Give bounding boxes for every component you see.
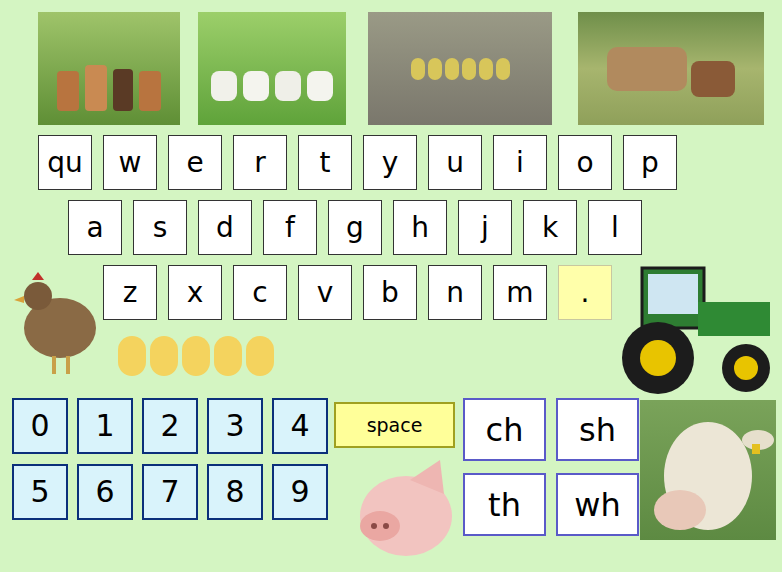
letter-key[interactable]: a	[68, 200, 122, 255]
number-key[interactable]: 0	[12, 398, 68, 454]
key-label: s	[153, 214, 168, 242]
letter-key[interactable]: e	[168, 135, 222, 190]
key-label: d	[216, 214, 234, 242]
key-label: g	[346, 214, 364, 242]
digraph-key[interactable]: sh	[556, 398, 639, 461]
letter-key[interactable]: o	[558, 135, 612, 190]
letter-key[interactable]: p	[623, 135, 677, 190]
letter-key[interactable]: qu	[38, 135, 92, 190]
key-label: o	[576, 149, 593, 177]
letter-key[interactable]: c	[233, 265, 287, 320]
key-label: v	[317, 279, 334, 307]
key-label: b	[381, 279, 399, 307]
hen-picture	[10, 266, 100, 380]
number-key[interactable]: 9	[272, 464, 328, 520]
letter-key[interactable]: w	[103, 135, 157, 190]
key-label: y	[382, 149, 399, 177]
letter-key[interactable]: s	[133, 200, 187, 255]
digraph-pad: chshthwh	[463, 398, 639, 536]
letter-key[interactable]: x	[168, 265, 222, 320]
number-key[interactable]: 4	[272, 398, 328, 454]
letter-key[interactable]: z	[103, 265, 157, 320]
letter-key[interactable]: g	[328, 200, 382, 255]
number-key[interactable]: 2	[142, 398, 198, 454]
key-label: x	[187, 279, 204, 307]
letter-key[interactable]: j	[458, 200, 512, 255]
letter-key[interactable]: v	[298, 265, 352, 320]
lambs-photo	[198, 12, 346, 125]
key-label: m	[506, 279, 533, 307]
number-key[interactable]: 3	[207, 398, 263, 454]
key-label: .	[581, 279, 590, 307]
key-label: qu	[47, 149, 83, 177]
key-label: f	[285, 214, 295, 242]
digraph-key[interactable]: th	[463, 473, 546, 536]
number-key[interactable]: 7	[142, 464, 198, 520]
key-label: h	[411, 214, 429, 242]
letter-key[interactable]: u	[428, 135, 482, 190]
key-label: n	[446, 279, 464, 307]
key-label: u	[446, 149, 464, 177]
chicks-picture	[118, 336, 274, 376]
pig-picture	[350, 456, 456, 560]
letter-key[interactable]: l	[588, 200, 642, 255]
tractor-picture	[612, 262, 776, 396]
key-label: c	[252, 279, 267, 307]
space-key[interactable]: space	[334, 402, 455, 448]
number-pad: 01234 56789	[12, 398, 328, 520]
number-key[interactable]: 8	[207, 464, 263, 520]
calves-photo	[38, 12, 180, 125]
letter-key[interactable]: r	[233, 135, 287, 190]
number-key[interactable]: 6	[77, 464, 133, 520]
key-label: l	[611, 214, 619, 242]
letter-key[interactable]: b	[363, 265, 417, 320]
key-label: e	[186, 149, 203, 177]
ducklings-photo	[368, 12, 552, 125]
key-row: asdfghjkl	[0, 200, 782, 255]
key-row: qu w e r t y u i o p	[0, 135, 782, 190]
key-label: a	[86, 214, 103, 242]
digraph-key[interactable]: wh	[556, 473, 639, 536]
letter-key[interactable]: k	[523, 200, 577, 255]
letter-key[interactable]: i	[493, 135, 547, 190]
letter-key[interactable]: y	[363, 135, 417, 190]
key-label: z	[123, 279, 138, 307]
number-key[interactable]: 1	[77, 398, 133, 454]
cow-picture	[640, 400, 776, 540]
key-label: k	[542, 214, 558, 242]
letter-key[interactable]: n	[428, 265, 482, 320]
letter-key[interactable]: f	[263, 200, 317, 255]
key-label: r	[254, 149, 266, 177]
key-label: j	[481, 214, 489, 242]
key-label: i	[516, 149, 524, 177]
letter-key[interactable]: m	[493, 265, 547, 320]
letter-key[interactable]: t	[298, 135, 352, 190]
digraph-key[interactable]: ch	[463, 398, 546, 461]
letter-key[interactable]: d	[198, 200, 252, 255]
key-label: p	[641, 149, 659, 177]
number-key[interactable]: 5	[12, 464, 68, 520]
punctuation-key[interactable]: .	[558, 265, 612, 320]
letter-key[interactable]: h	[393, 200, 447, 255]
horses-photo	[578, 12, 764, 125]
key-label: t	[320, 149, 331, 177]
key-label: w	[119, 149, 142, 177]
